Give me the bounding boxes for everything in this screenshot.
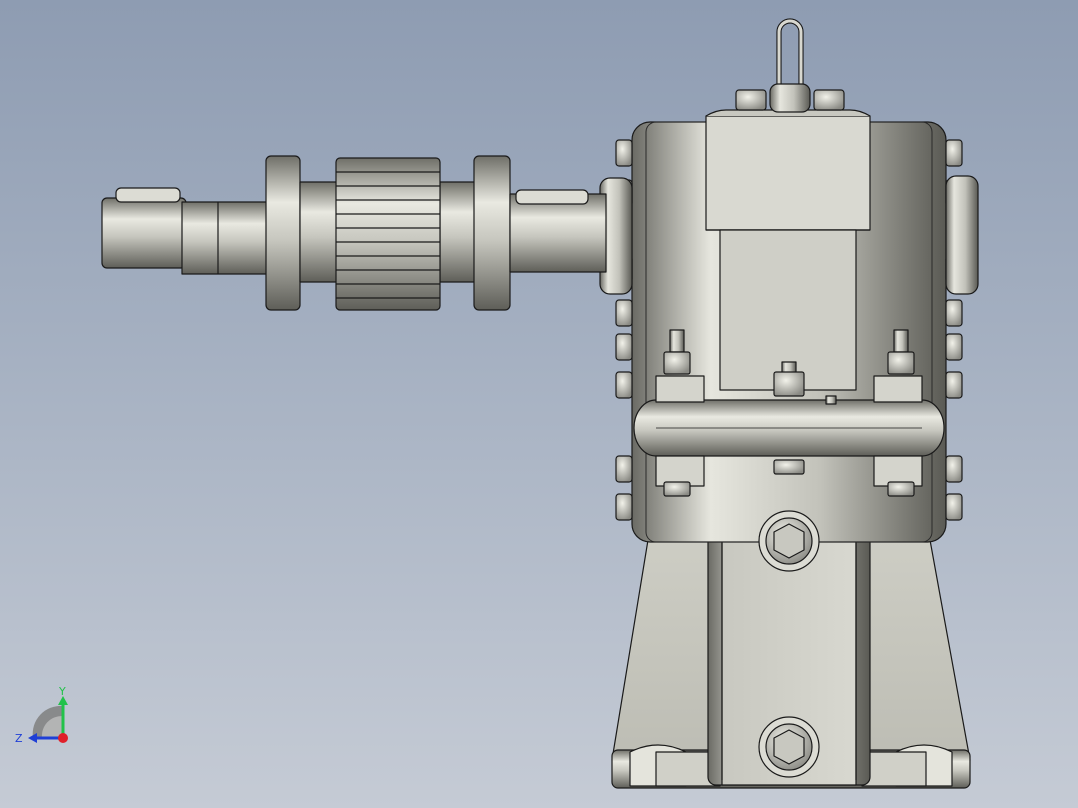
cad-3d-viewport[interactable]: Y Z [0, 0, 1078, 808]
pinion-gear [335, 157, 441, 311]
orientation-triad: Y Z [15, 686, 68, 745]
gearbox-model[interactable] [0, 0, 1078, 808]
y-axis-label: Y [58, 686, 66, 698]
z-axis-label: Z [15, 732, 23, 745]
x-axis-dot [58, 733, 68, 743]
lifting-eye-bolt [735, 18, 845, 113]
